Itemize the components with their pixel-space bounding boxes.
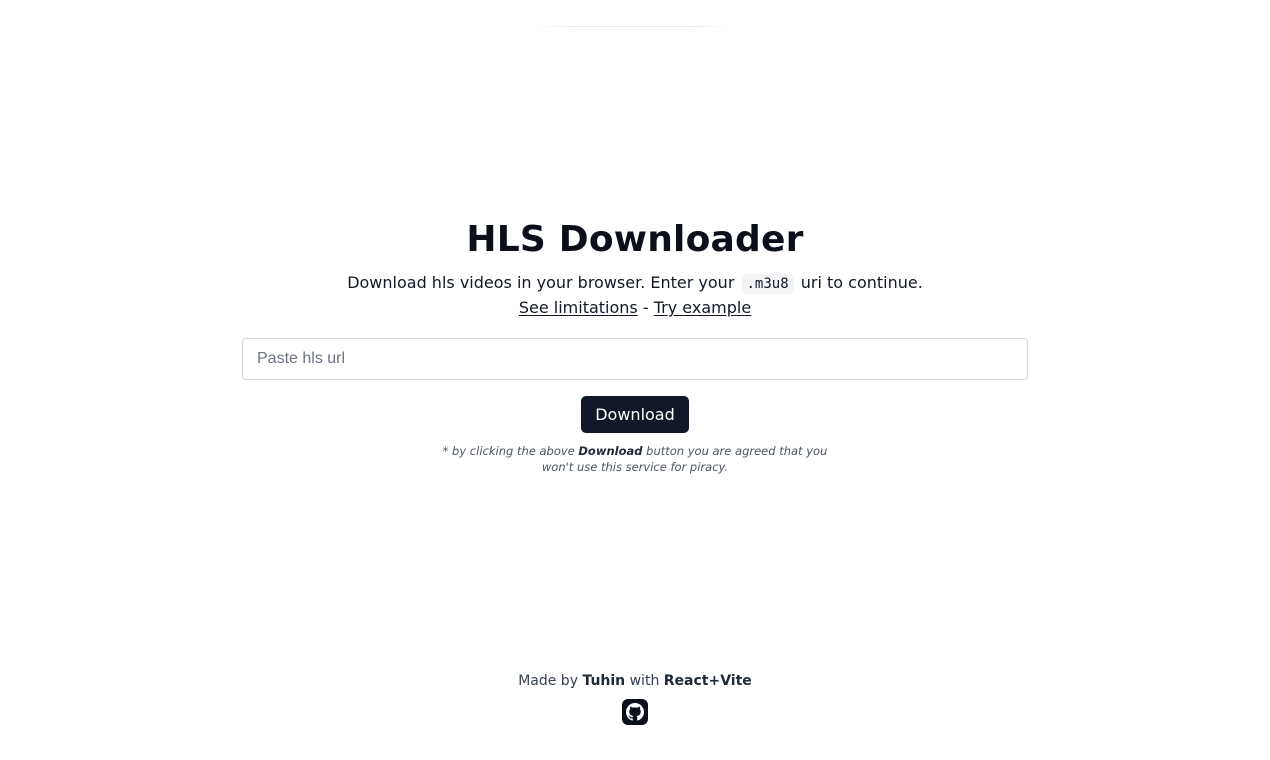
hls-url-input[interactable] (242, 338, 1028, 380)
disclaimer-prefix: * by clicking the above (442, 444, 575, 458)
disclaimer-button-name: Download (578, 444, 643, 458)
try-example-link[interactable]: Try example (654, 298, 751, 317)
see-limitations-link[interactable]: See limitations (519, 298, 638, 317)
top-divider (540, 26, 725, 27)
intro-text-before: Download hls videos in your browser. Ent… (347, 273, 735, 292)
page: HLS Downloader Download hls videos in yo… (0, 0, 1270, 760)
download-button[interactable]: Download (581, 396, 689, 433)
intro-links: See limitations - Try example (0, 297, 1270, 319)
intro-text-after: uri to continue. (800, 273, 923, 292)
github-icon (626, 703, 644, 721)
footer-credit: Made by Tuhin with React+Vite (0, 671, 1270, 691)
footer-stack: React+Vite (663, 673, 752, 689)
intro-text: Download hls videos in your browser. Ent… (0, 272, 1270, 294)
footer-author: Tuhin (582, 673, 626, 689)
m3u8-code: .m3u8 (741, 274, 794, 294)
footer-made-by: Made by (518, 673, 578, 689)
piracy-disclaimer: * by clicking the above Download button … (435, 443, 835, 475)
page-title: HLS Downloader (466, 219, 804, 260)
github-link[interactable] (622, 699, 648, 725)
footer-with: with (629, 673, 660, 689)
hero-section: HLS Downloader Download hls videos in yo… (0, 218, 1270, 319)
links-separator: - (642, 298, 649, 317)
